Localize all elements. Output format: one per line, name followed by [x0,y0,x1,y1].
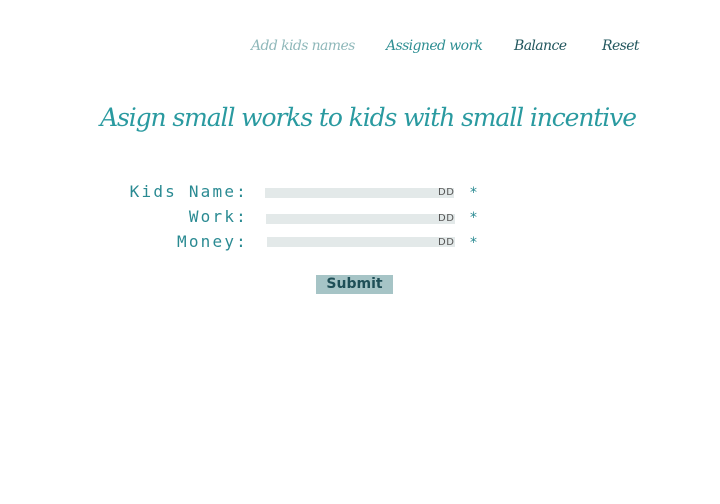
required-asterisk: * [470,235,477,251]
autofill-hint-icon[interactable]: DD [438,213,454,224]
autofill-hint-icon[interactable]: DD [438,237,454,248]
nav-link-balance[interactable]: Balance [514,38,567,54]
form-row-money: Money: DD * [0,232,720,254]
money-input[interactable] [267,237,455,247]
nav-link-reset[interactable]: Reset [602,38,640,54]
required-asterisk: * [470,185,477,201]
autofill-hint-icon[interactable]: DD [438,187,454,198]
money-label: Money: [177,232,248,251]
top-navigation: Add kids names Assigned work Balance Res… [0,38,720,62]
nav-link-assigned-work[interactable]: Assigned work [386,38,483,54]
kids-name-label: Kids Name: [129,182,248,201]
form-row-work: Work: DD * [0,207,720,229]
required-asterisk: * [470,210,477,226]
work-input[interactable] [266,214,455,224]
page-headline: Asign small works to kids with small inc… [100,103,637,132]
submit-button[interactable]: Submit [316,275,393,294]
kids-name-input[interactable] [265,188,454,198]
nav-link-add-kids-names[interactable]: Add kids names [251,38,355,54]
form-row-kids-name: Kids Name: DD * [0,182,720,204]
work-label: Work: [188,207,248,226]
